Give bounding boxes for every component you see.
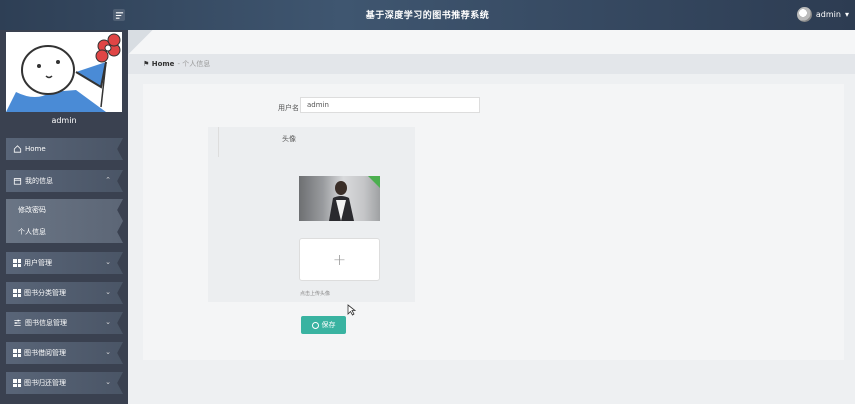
top-bar: 基于深度学习的图书推荐系统 admin ▾	[0, 0, 855, 30]
tabs-strip	[128, 30, 855, 54]
upload-hint: 点击上传头像	[300, 291, 331, 297]
sidebar-item-label: 个人信息	[18, 228, 46, 236]
sliders-icon	[14, 319, 21, 326]
sidebar-item-user-management[interactable]: 用户管理 ⌄	[6, 252, 123, 274]
tabs-decoration	[128, 30, 158, 54]
sidebar-item-home[interactable]: Home	[6, 138, 123, 160]
sidebar-item-label: 图书归还管理	[24, 379, 66, 387]
breadcrumb: ⚑ Home - 个人信息	[128, 54, 855, 74]
username-label: 用户名	[278, 104, 299, 112]
user-menu-name: admin	[815, 10, 841, 19]
sidebar-item-label: 我的信息	[25, 177, 53, 185]
caret-down-icon: ▾	[844, 10, 849, 19]
sidebar-item-label: Home	[25, 145, 46, 153]
sidebar-item-label: 图书分类管理	[24, 289, 66, 297]
sidebar-item-personal-info[interactable]: 个人信息	[6, 221, 123, 243]
save-button[interactable]: 保存	[301, 316, 346, 334]
grid-icon	[13, 379, 21, 387]
chevron-down-icon: ⌄	[105, 378, 111, 386]
plus-icon: +	[332, 250, 347, 269]
sidebar-item-borrow-management[interactable]: 图书借阅管理 ⌄	[6, 342, 123, 364]
chevron-up-icon: ⌃	[105, 176, 111, 184]
breadcrumb-separator: -	[177, 60, 180, 68]
check-circle-icon	[311, 321, 319, 329]
user-menu[interactable]: admin ▾	[796, 7, 849, 22]
grid-icon	[13, 259, 21, 267]
sidebar-item-category-management[interactable]: 图书分类管理 ⌄	[6, 282, 123, 304]
grid-icon	[13, 289, 21, 297]
chevron-down-icon: ⌄	[105, 288, 111, 296]
breadcrumb-home[interactable]: ⚑ Home	[143, 60, 174, 68]
divider	[218, 127, 219, 157]
chevron-down-icon: ⌄	[105, 348, 111, 356]
chevron-down-icon: ⌄	[105, 318, 111, 326]
selected-corner-icon	[368, 176, 380, 188]
sidebar-item-change-password[interactable]: 修改密码	[6, 199, 123, 221]
upload-avatar-button[interactable]: +	[299, 238, 380, 281]
calendar-icon	[13, 178, 22, 185]
sidebar-item-label: 修改密码	[18, 206, 46, 214]
sidebar-item-my-info[interactable]: 我的信息 ⌃	[6, 170, 123, 192]
breadcrumb-current: 个人信息	[182, 60, 211, 68]
sidebar-item-label: 图书信息管理	[25, 319, 67, 327]
sidebar-item-label: 用户管理	[24, 259, 52, 267]
sidebar-item-label: 图书借阅管理	[24, 349, 66, 357]
chevron-down-icon: ⌄	[105, 258, 111, 266]
user-avatar-icon	[796, 7, 812, 22]
grid-icon	[13, 349, 21, 357]
sidebar-item-return-management[interactable]: 图书归还管理 ⌄	[6, 372, 123, 394]
mouse-cursor-icon	[347, 304, 356, 316]
save-button-label: 保存	[321, 321, 336, 329]
profile-name: admin	[51, 116, 77, 125]
username-input[interactable]: admin	[300, 97, 480, 113]
sidebar-item-book-management[interactable]: 图书信息管理 ⌄	[6, 312, 123, 334]
avatar-preview-image[interactable]	[299, 176, 380, 221]
app-title: 基于深度学习的图书推荐系统	[365, 11, 490, 21]
home-icon	[13, 145, 22, 153]
profile-avatar	[6, 32, 122, 112]
avatar-label: 头像	[282, 135, 296, 143]
